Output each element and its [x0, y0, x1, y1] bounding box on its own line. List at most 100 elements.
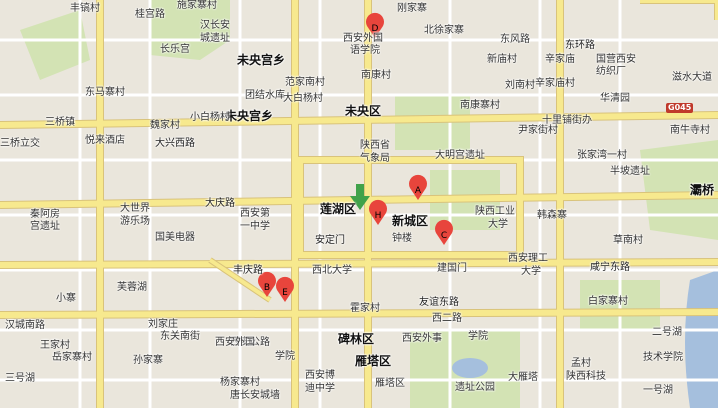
place-label: 西安第: [240, 208, 270, 219]
place-label: 城遗址: [200, 33, 230, 44]
svg-text:B: B: [264, 283, 270, 293]
place-label: 雁塔区: [375, 378, 405, 389]
place-label: 施家寨村: [177, 0, 217, 11]
place-label: 遗址公园: [455, 382, 495, 393]
place-label: 刚家寨: [397, 3, 427, 14]
place-label: 刘家庄: [148, 319, 178, 330]
place-label: 岳家寨村: [52, 352, 92, 363]
place-label: 白家寨村: [588, 296, 628, 307]
place-label: 滋水大道: [672, 72, 712, 83]
place-label: 宫遗址: [30, 221, 60, 232]
place-label: 陕西省: [360, 140, 390, 151]
place-label: 团结水库: [245, 90, 285, 101]
highway-shield-g045: G045: [666, 103, 694, 113]
place-label: 唐长安城墙: [230, 390, 280, 401]
place-label: 东风路: [500, 34, 530, 45]
place-label: 南康寨村: [460, 100, 500, 111]
place-label: 魏家村: [150, 120, 180, 131]
label-yanta-district: 雁塔区: [355, 354, 392, 368]
label-weiyanggong-2: 未央宫乡: [225, 109, 274, 123]
place-label: 桂宫路: [135, 9, 165, 20]
place-label: 大学: [488, 219, 508, 230]
svg-text:C: C: [441, 231, 447, 241]
place-label: 学院: [275, 351, 295, 362]
label-andingmen: 安定门: [315, 235, 345, 246]
place-label: 新庙村: [487, 54, 517, 65]
place-label: 西二路: [432, 313, 462, 324]
place-label: 大雁塔: [508, 372, 538, 383]
label-baqiao: 灞桥: [690, 183, 715, 197]
label-lianhu-district: 莲湖区: [320, 202, 357, 216]
place-label: 陕西工业: [475, 206, 515, 217]
map-view[interactable]: D A H C B E 未央宫乡 未央宫乡 未央区 新城区 莲湖区 碑林区 雁塔…: [0, 0, 718, 408]
place-label: 技术学院: [643, 352, 683, 363]
label-beilin-district: 碑林区: [338, 332, 375, 346]
place-label: 西北大学: [312, 265, 352, 276]
label-youyi-east-road: 友谊东路: [419, 297, 459, 308]
label-daqing-road: 大庆路: [205, 198, 235, 209]
place-label: 大明宫遗址: [435, 150, 485, 161]
place-label: 悦来酒店: [85, 135, 125, 146]
place-label: 汉城南路: [5, 320, 45, 331]
place-label: 芙蓉湖: [117, 282, 147, 293]
place-label: 小白杨村: [190, 112, 230, 123]
place-label: 辛家庙村: [535, 78, 575, 89]
place-label: 韩森寨: [537, 210, 567, 221]
place-label: 气象局: [360, 153, 390, 164]
place-label: 迪中学: [305, 383, 335, 394]
place-label: 丰镐村: [70, 3, 100, 14]
place-label: 范家南村: [285, 77, 325, 88]
svg-text:H: H: [375, 211, 382, 221]
place-label: 秦阿房: [30, 209, 60, 220]
place-label: 西安外国: [343, 33, 383, 44]
place-label: 西安博: [305, 370, 335, 381]
place-label: 草南村: [613, 235, 643, 246]
place-label: 西安理工: [508, 253, 548, 264]
label-xianning-east-road: 咸宁东路: [590, 262, 630, 273]
svg-text:A: A: [415, 186, 422, 196]
place-label: 大世界: [120, 203, 150, 214]
label-daxingxi-road: 大兴西路: [155, 138, 195, 149]
place-label: 游乐场: [120, 216, 150, 227]
place-label: 霍家村: [350, 303, 380, 314]
place-label: 西安外国: [215, 337, 255, 348]
label-donghuan-road: 东环路: [565, 40, 595, 51]
place-label: 三号湖: [5, 373, 35, 384]
place-label: 三桥立交: [0, 138, 40, 149]
place-label: 建国门: [437, 263, 467, 274]
place-label: 南牛寺村: [670, 125, 710, 136]
place-label: 一中学: [240, 221, 270, 232]
place-label: 东关南街: [160, 331, 200, 342]
place-label: 二号湖: [652, 327, 682, 338]
place-label: 小寨: [56, 293, 76, 304]
place-label: 东马寨村: [85, 87, 125, 98]
place-label: 陕西科技: [566, 371, 606, 382]
lake: [452, 358, 488, 378]
place-label: 刘南村: [505, 80, 535, 91]
river: [685, 270, 718, 408]
place-label: 孟村: [571, 358, 591, 369]
place-label: 尹家街村: [518, 125, 558, 136]
place-label: 语学院: [350, 45, 380, 56]
place-label: 华清园: [600, 93, 630, 104]
place-label: 辛家庙: [545, 54, 575, 65]
place-label: 纺织厂: [596, 66, 626, 77]
place-label: 南康村: [361, 70, 391, 81]
place-label: 长乐宫: [160, 44, 190, 55]
place-label: 一号湖: [643, 385, 673, 396]
place-label: 西安外事: [402, 333, 442, 344]
place-label: 国营西安: [596, 54, 636, 65]
place-label: 汉长安: [200, 20, 230, 31]
place-label: 国美电器: [155, 232, 195, 243]
svg-text:E: E: [282, 288, 288, 298]
place-label: 学院: [468, 331, 488, 342]
label-weiyang-district: 未央区: [345, 104, 382, 118]
place-label: 三桥镇: [45, 117, 75, 128]
label-weiyanggong: 未央宫乡: [237, 53, 286, 67]
place-label: 大学: [521, 266, 541, 277]
place-label: 张家湾一村: [577, 150, 627, 161]
place-label: 北徐家寨: [424, 25, 464, 36]
place-label: 半坡遗址: [610, 166, 650, 177]
place-label: 大白杨村: [283, 93, 323, 104]
place-label: 孙家寨: [133, 355, 163, 366]
